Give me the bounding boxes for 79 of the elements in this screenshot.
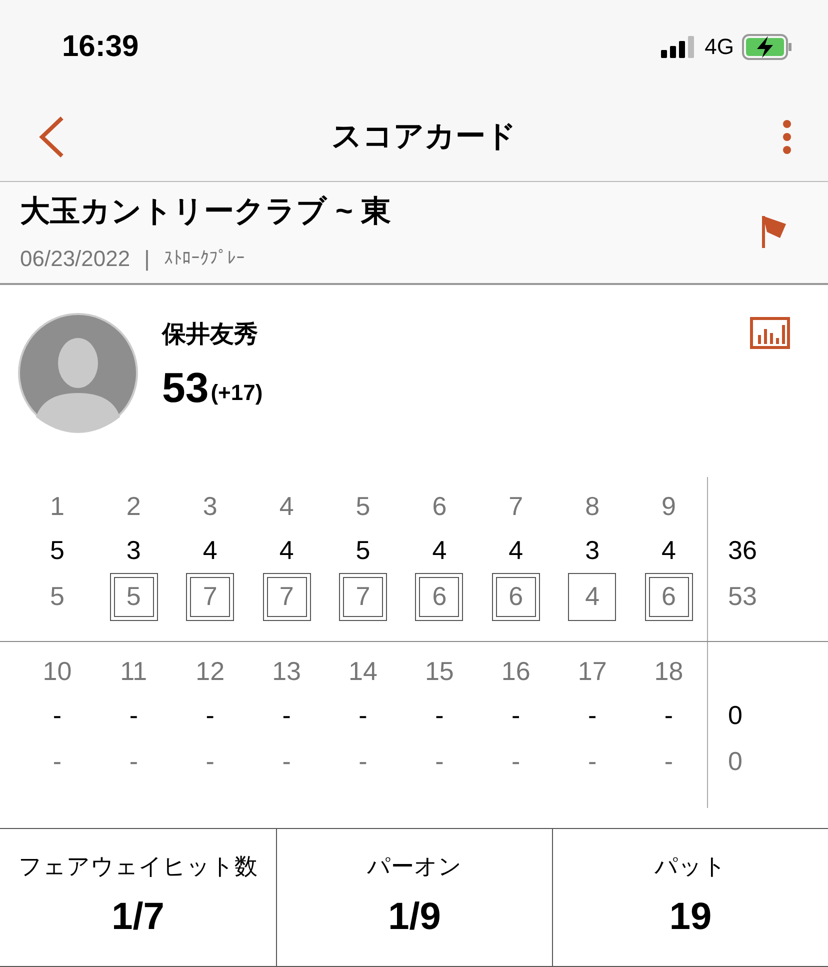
round-format: ｽﾄﾛｰｸﾌﾟﾚｰ xyxy=(164,247,245,270)
score-text: - xyxy=(129,745,138,778)
par-value: - xyxy=(664,699,674,732)
score-text: - xyxy=(282,745,291,778)
par-value: 4 xyxy=(202,534,218,568)
hole-number: 12 xyxy=(196,655,225,688)
chart-icon[interactable] xyxy=(750,316,790,349)
score-box: 6 xyxy=(492,572,540,621)
par-value: - xyxy=(282,699,291,732)
score-box: 7 xyxy=(338,572,387,621)
par-total: 0 xyxy=(728,699,742,732)
course-name: 大玉カントリークラブ ~ 東 xyxy=(20,194,392,230)
par-value: - xyxy=(588,699,597,732)
par-value: - xyxy=(512,699,520,732)
par-value: 4 xyxy=(508,534,524,568)
score-box: 7 xyxy=(186,572,234,621)
score-text: - xyxy=(664,745,674,778)
score-total: 0 xyxy=(728,745,742,778)
hole-number: 2 xyxy=(126,490,141,524)
par-value: 4 xyxy=(432,534,447,568)
score-total: 53 xyxy=(728,580,757,614)
screen-title: スコアカード xyxy=(332,119,516,156)
hole-number: 3 xyxy=(202,490,218,524)
par-value: 5 xyxy=(50,534,64,568)
network-label: 4G xyxy=(704,33,734,62)
par-value: - xyxy=(52,699,62,732)
signal-icon xyxy=(660,36,697,58)
par-value: - xyxy=(206,699,214,732)
score-box: 5 xyxy=(110,572,158,621)
stat-label: パーオン xyxy=(367,852,462,881)
par-value: 4 xyxy=(662,534,676,568)
score-text: - xyxy=(52,745,62,778)
score-text: - xyxy=(512,745,520,778)
hole-number: 6 xyxy=(432,490,447,524)
status-time: 16:39 xyxy=(62,29,139,66)
battery-charging-icon xyxy=(742,34,794,60)
hole-number: 7 xyxy=(508,490,524,524)
hole-number: 10 xyxy=(42,655,72,688)
score-to-par: (+17) xyxy=(210,378,263,407)
par-value: 3 xyxy=(126,534,141,568)
score-text: 5 xyxy=(50,580,64,614)
score-box: 6 xyxy=(644,572,693,621)
hole-number: 15 xyxy=(424,655,454,688)
hole-number: 8 xyxy=(585,490,600,524)
hole-number: 13 xyxy=(272,655,301,688)
par-value: 5 xyxy=(356,534,370,568)
stat-value: 1/7 xyxy=(112,895,164,940)
score-text: - xyxy=(206,745,214,778)
hole-number: 1 xyxy=(50,490,64,524)
avatar-icon xyxy=(18,312,138,433)
hole-number: 17 xyxy=(578,655,607,688)
score-text: - xyxy=(588,745,597,778)
score-box: 6 xyxy=(415,572,464,621)
score-text: - xyxy=(358,745,368,778)
hole-number: 5 xyxy=(356,490,370,524)
hole-number: 4 xyxy=(279,490,294,524)
score-box: 7 xyxy=(262,572,311,621)
player-name: 保井友秀 xyxy=(162,320,259,350)
par-value: - xyxy=(358,699,368,732)
stat-label: パット xyxy=(654,852,726,881)
hole-number: 9 xyxy=(662,490,676,524)
stat-label: フェアウェイヒット数 xyxy=(18,852,258,881)
more-icon[interactable] xyxy=(782,120,792,154)
hole-number: 14 xyxy=(348,655,378,688)
round-date: 06/23/2022 xyxy=(20,245,130,274)
stat-value: 19 xyxy=(669,895,712,940)
hole-number: 16 xyxy=(501,655,530,688)
par-value: 3 xyxy=(585,534,600,568)
hole-number: 18 xyxy=(654,655,684,688)
separator: | xyxy=(144,245,150,274)
stat-value: 1/9 xyxy=(388,895,441,940)
score-box: 4 xyxy=(568,572,616,621)
par-value: 4 xyxy=(279,534,294,568)
par-value: - xyxy=(129,699,138,732)
total-score: 53 xyxy=(162,366,209,409)
par-value: - xyxy=(435,699,444,732)
score-text: - xyxy=(435,745,444,778)
hole-number: 11 xyxy=(120,655,148,688)
par-total: 36 xyxy=(728,534,757,568)
